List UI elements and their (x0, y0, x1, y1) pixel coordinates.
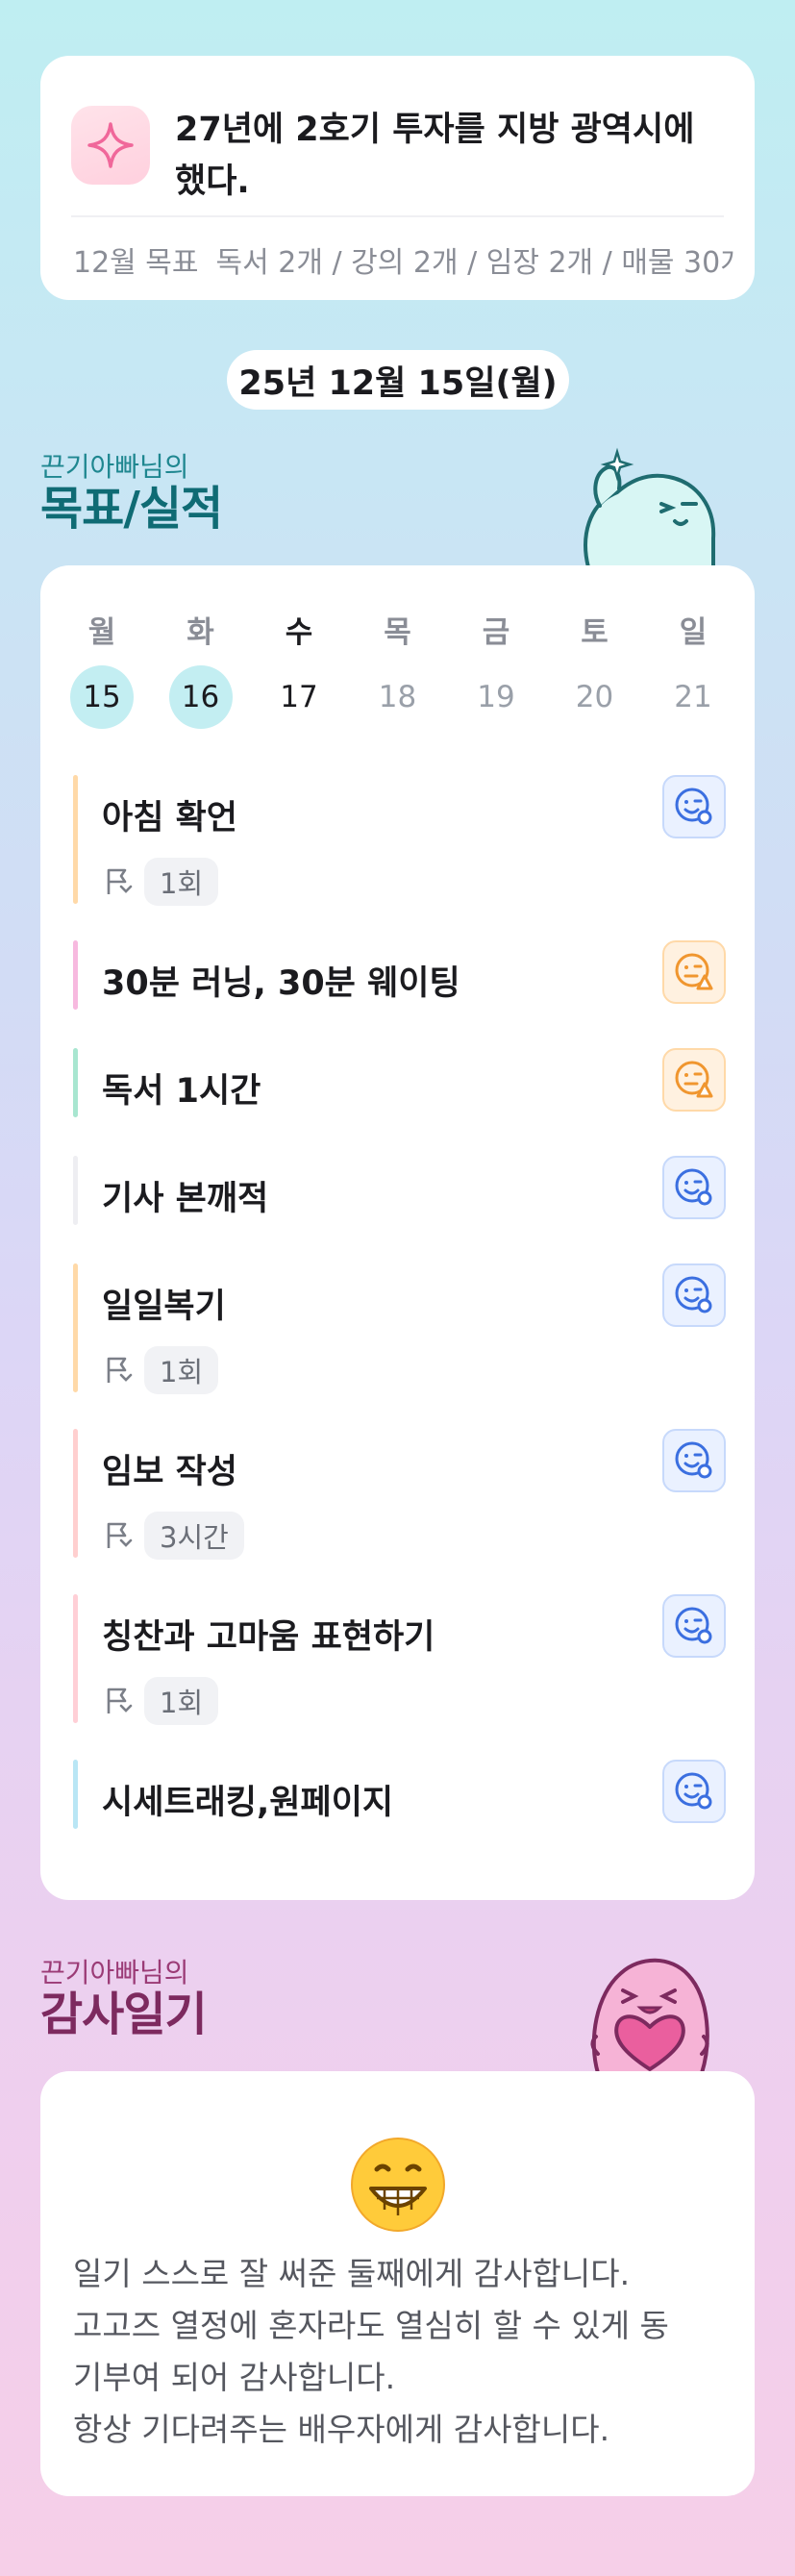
day-name: 수 (285, 615, 313, 650)
day-name: 목 (384, 615, 411, 650)
goal-color-bar (73, 940, 78, 1010)
goal-color-bar (73, 775, 78, 904)
current-date-pill[interactable]: 25년 12월 15일(월) (227, 350, 569, 410)
monthly-goal-label: 12월 목표 (73, 246, 199, 280)
long-term-goal-text: 27년에 2호기 투자를 지방 광역시에 했다. (175, 111, 695, 201)
smile-status-icon (675, 1772, 712, 1810)
goal-item[interactable]: 칭찬과 고마움 표현하기 1회 (73, 1594, 726, 1725)
goal-item[interactable]: 30분 러닝, 30분 웨이팅 (73, 940, 726, 1017)
day-sun[interactable]: 일 21 (660, 612, 726, 737)
day-name: 화 (186, 615, 214, 650)
goal-title: 아침 확언 (102, 799, 237, 838)
day-fri[interactable]: 금 19 (463, 612, 529, 737)
day-number: 15 (70, 665, 134, 729)
smile-status-icon (675, 1441, 712, 1479)
goal-color-bar (73, 1594, 78, 1723)
goal-title: 일일복기 (102, 1288, 226, 1326)
day-number: 17 (280, 680, 318, 714)
goal-color-bar (73, 1429, 78, 1558)
status-partial-button[interactable] (662, 1048, 726, 1112)
goal-color-bar (73, 1760, 78, 1829)
goal-color-bar (73, 1048, 78, 1117)
goal-title: 30분 러닝, 30분 웨이팅 (102, 964, 460, 1003)
goal-color-bar (73, 1156, 78, 1225)
flag-icon (107, 1357, 133, 1383)
goal-item[interactable]: 일일복기 1회 (73, 1263, 726, 1394)
goal-tag: 1회 (102, 858, 219, 906)
day-tue[interactable]: 화 16 (168, 612, 234, 737)
smile-status-icon (675, 1607, 712, 1644)
gratitude-line: 고고즈 열정에 혼자라도 열심히 할 수 있게 동 (73, 2307, 669, 2344)
day-number: 21 (674, 680, 712, 714)
goal-tag: 1회 (102, 1346, 219, 1394)
mascot-heart-icon (590, 1958, 709, 2075)
gratitude-text: 일기 스스로 잘 써준 둘째에게 감사합니다. 고고즈 열정에 혼자라도 열심히… (73, 2248, 726, 2456)
goal-tag-value: 1회 (144, 1677, 219, 1725)
mascot-waving-icon (584, 447, 716, 569)
goal-title: 기사 본깨적 (102, 1180, 269, 1218)
flag-icon (107, 1688, 133, 1713)
status-good-button[interactable] (662, 1156, 726, 1219)
status-good-button[interactable] (662, 1429, 726, 1492)
goal-title: 임보 작성 (102, 1453, 237, 1491)
day-number: 19 (477, 680, 515, 714)
goal-tag-value: 1회 (144, 858, 219, 906)
day-number: 20 (575, 680, 614, 714)
smile-status-icon (675, 788, 712, 825)
neutral-warning-status-icon (675, 953, 713, 990)
smile-status-icon (675, 1276, 712, 1313)
divider (71, 215, 724, 217)
day-thu[interactable]: 목 18 (365, 612, 431, 737)
goal-tag-value: 3시간 (144, 1512, 244, 1560)
day-name: 토 (581, 615, 609, 650)
status-good-button[interactable] (662, 775, 726, 838)
goal-title: 시세트래킹,원페이지 (102, 1784, 394, 1822)
day-name: 월 (87, 615, 116, 650)
goal-item[interactable]: 기사 본깨적 (73, 1156, 726, 1233)
goals-card: 월 15 화 16 수 17 목 18 금 19 토 20 일 21 아침 확언… (40, 565, 755, 1900)
day-sat[interactable]: 토 20 (562, 612, 628, 737)
smile-status-icon (675, 1168, 712, 1206)
goal-title: 칭찬과 고마움 표현하기 (102, 1618, 435, 1657)
day-name: 일 (679, 615, 708, 650)
goal-item[interactable]: 독서 1시간 (73, 1048, 726, 1125)
goal-item[interactable]: 임보 작성 3시간 (73, 1429, 726, 1560)
gratitude-line: 일기 스스로 잘 써준 둘째에게 감사합니다. (73, 2255, 631, 2292)
goal-tag-value: 1회 (144, 1346, 219, 1394)
goal-item[interactable]: 아침 확언 1회 (73, 775, 726, 906)
flag-icon (107, 1522, 133, 1548)
status-good-button[interactable] (662, 1594, 726, 1658)
day-mon[interactable]: 월 15 (69, 612, 135, 737)
day-name: 금 (482, 615, 510, 650)
day-wed[interactable]: 수 17 (266, 612, 332, 737)
goal-tag: 1회 (102, 1677, 219, 1725)
section-title: 목표/실적 (40, 482, 223, 536)
gratitude-line: 기부여 되어 감사합니다. (73, 2359, 396, 2396)
neutral-warning-status-icon (675, 1061, 713, 1098)
goal-title: 독서 1시간 (102, 1072, 261, 1111)
goal-color-bar (73, 1263, 78, 1392)
day-number: 18 (378, 680, 417, 714)
goal-tag: 3시간 (102, 1512, 244, 1560)
gratitude-section-header: 끈기아빠님의 감사일기 (40, 1957, 208, 2041)
section-subtitle: 끈기아빠님의 (40, 451, 189, 483)
monthly-goal-items: 독서 2개 / 강의 2개 / 임장 2개 / 매물 30개 (215, 246, 735, 280)
goal-item[interactable]: 시세트래킹,원페이지 (73, 1760, 726, 1837)
gratitude-card[interactable]: 일기 스스로 잘 써준 둘째에게 감사합니다. 고고즈 열정에 혼자라도 열심히… (40, 2071, 755, 2496)
flag-icon (107, 868, 133, 894)
status-good-button[interactable] (662, 1263, 726, 1327)
monthly-goal-ticker: 12월 목표 독서 2개 / 강의 2개 / 임장 2개 / 매물 30개 (73, 238, 735, 281)
sparkle-icon (71, 106, 150, 185)
grinning-face-icon (351, 2138, 445, 2232)
goals-section-header: 끈기아빠님의 목표/실적 (40, 451, 223, 536)
day-number: 16 (168, 665, 233, 729)
gratitude-line: 항상 기다려주는 배우자에게 감사합니다. (73, 2411, 610, 2448)
status-good-button[interactable] (662, 1760, 726, 1823)
week-calendar: 월 15 화 16 수 17 목 18 금 19 토 20 일 21 (69, 612, 726, 737)
long-term-goal-card[interactable]: 27년에 2호기 투자를 지방 광역시에 했다. 12월 목표 독서 2개 / 강… (40, 56, 755, 300)
section-subtitle: 끈기아빠님의 (40, 1957, 189, 1988)
section-title: 감사일기 (40, 1988, 208, 2041)
status-partial-button[interactable] (662, 940, 726, 1004)
